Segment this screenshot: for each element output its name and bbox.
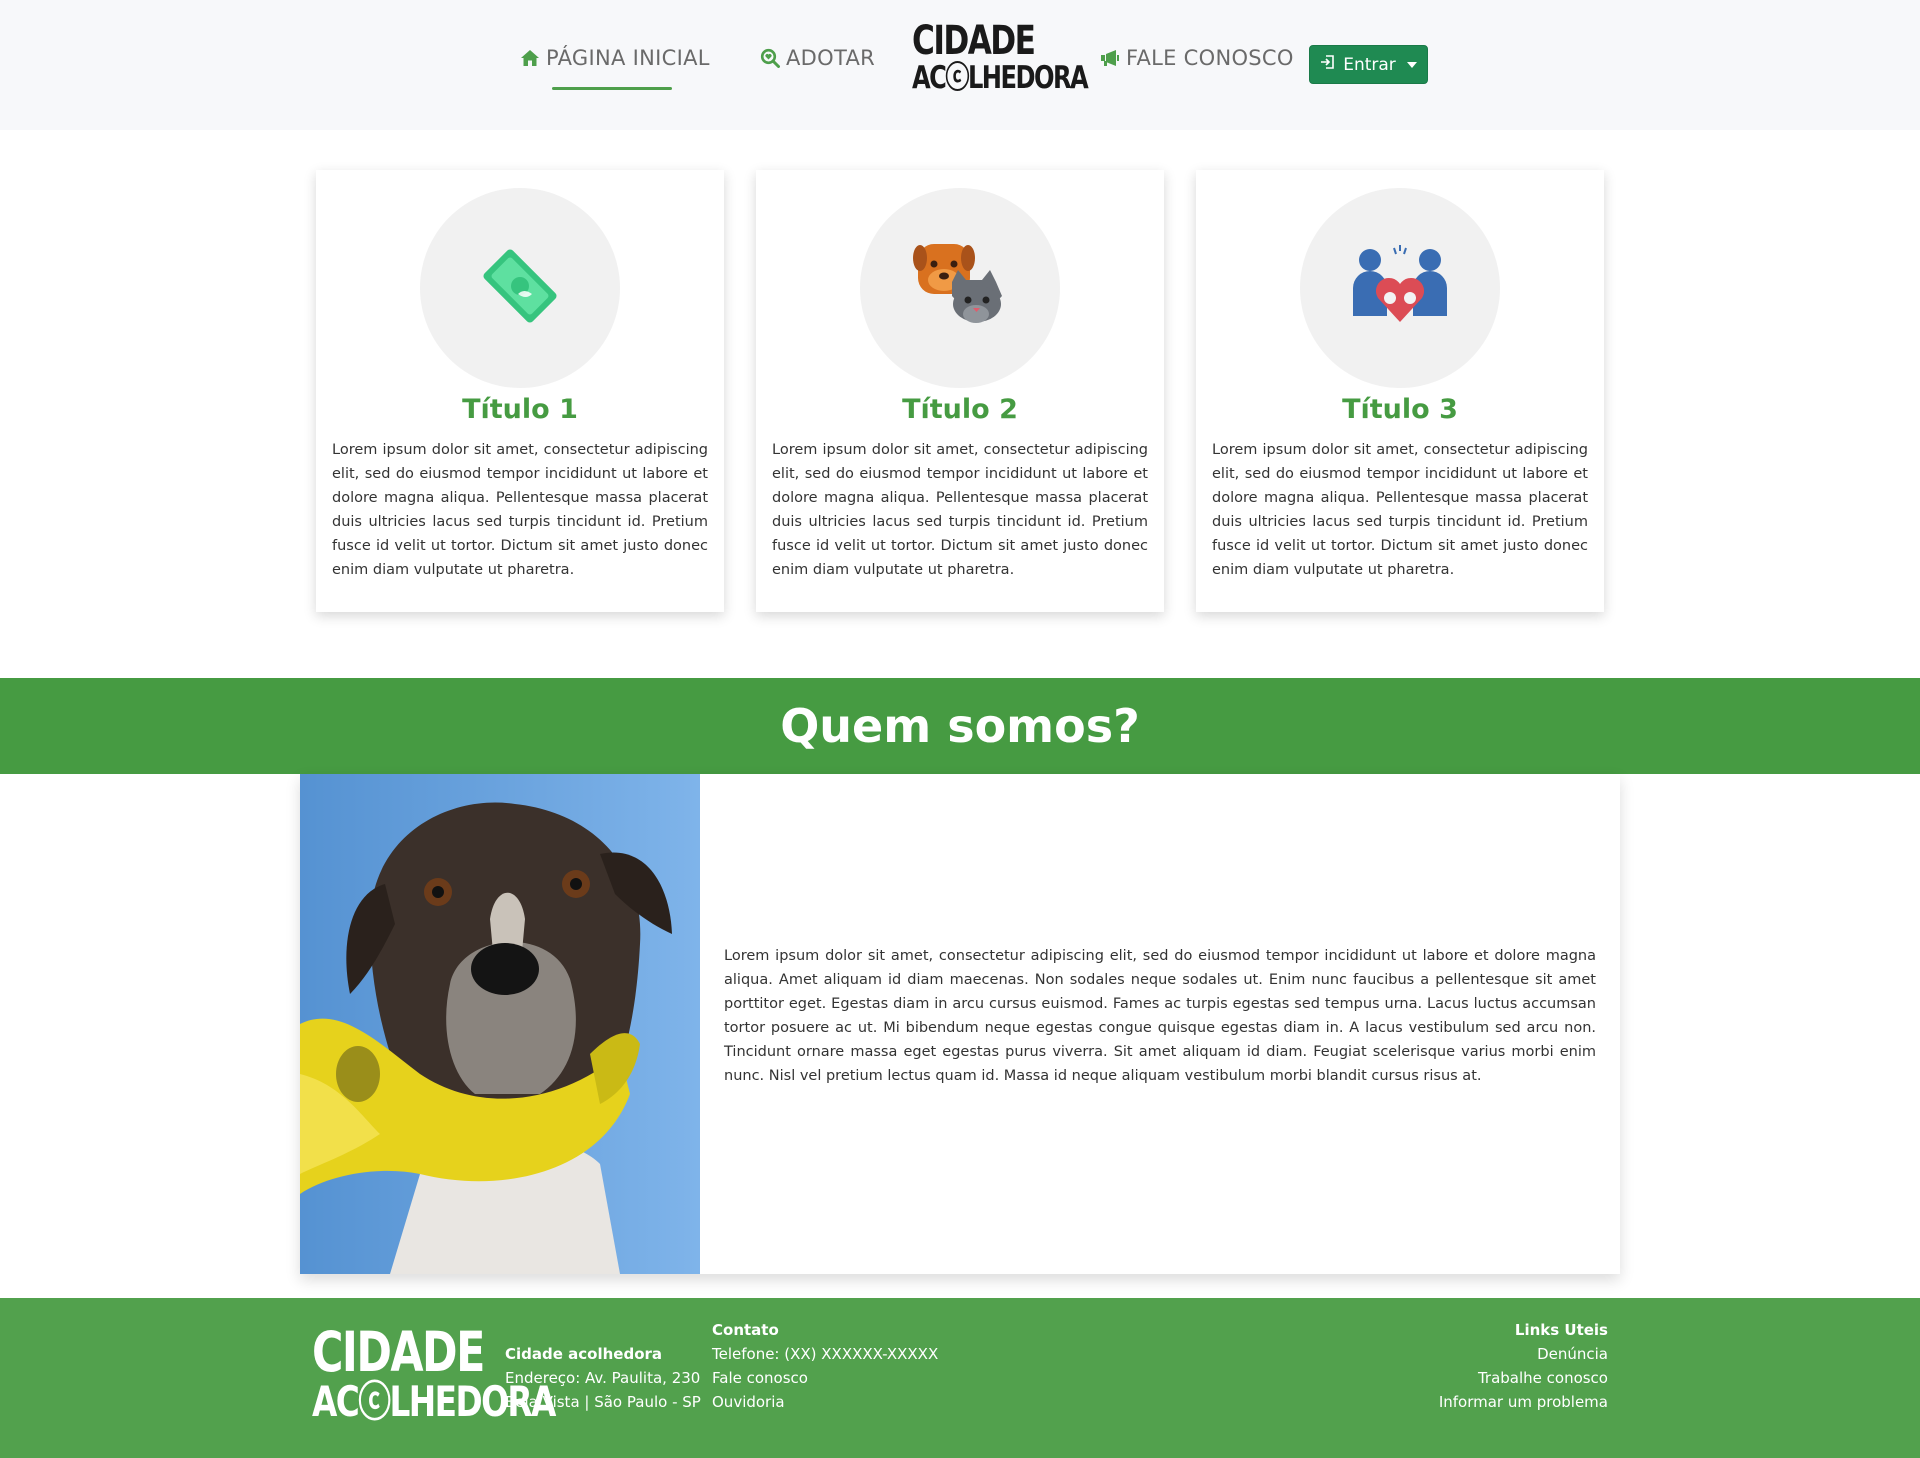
nav-adopt-label: ADOTAR	[786, 46, 876, 70]
footer-address: Endereço: Av. Paulita, 230	[505, 1369, 701, 1387]
footer-logo-line-1: CIDADE	[312, 1320, 485, 1384]
megaphone-icon	[1100, 48, 1120, 68]
site-logo[interactable]: CIDADE ACⓒLHEDORA	[912, 21, 1089, 100]
card-icon-circle	[1300, 188, 1500, 388]
footer-district: Bela Vista | São Paulo - SP	[505, 1393, 701, 1411]
feature-card: Título 1 Lorem ipsum dolor sit amet, con…	[316, 170, 724, 612]
money-icon	[470, 236, 570, 340]
card-text: Lorem ipsum dolor sit amet, consectetur …	[1212, 442, 1588, 578]
about-text: Lorem ipsum dolor sit amet, consectetur …	[724, 948, 1596, 1084]
nav-home-link[interactable]: PÁGINA INICIAL	[520, 46, 710, 70]
nav-adopt-link[interactable]: ADOTAR	[760, 46, 875, 70]
dog-with-yellow-bandana-photo	[300, 774, 700, 1274]
footer-phone: Telefone: (XX) XXXXXX-XXXXX	[712, 1345, 939, 1363]
footer-contact-title: Contato	[712, 1321, 779, 1339]
nav-home-label: PÁGINA INICIAL	[546, 46, 710, 70]
home-icon	[520, 48, 540, 68]
login-dropdown-button[interactable]: Entrar	[1309, 45, 1428, 84]
login-icon	[1320, 54, 1336, 75]
login-label: Entrar	[1343, 54, 1396, 75]
footer-link-work-with-us[interactable]: Trabalhe conosco	[1439, 1366, 1608, 1390]
caret-down-icon	[1406, 61, 1417, 68]
about-title: Quem somos?	[780, 699, 1140, 753]
footer-org-name: Cidade acolhedora	[505, 1345, 663, 1363]
dog-cat-icon	[910, 236, 1010, 340]
family-pets-heart-icon	[1350, 236, 1450, 340]
about-content: Lorem ipsum dolor sit amet, consectetur …	[300, 774, 1620, 1274]
logo-line-2: ACⓒLHEDORA	[912, 60, 1089, 96]
footer-contact-link[interactable]: Fale conosco	[712, 1366, 938, 1390]
footer: CIDADE ACⓒLHEDORA Cidade acolhedora Ende…	[0, 1298, 1920, 1458]
footer-contact: Contato Telefone: (XX) XXXXXX-XXXXX Fale…	[712, 1318, 938, 1414]
footer-link-report-problem[interactable]: Informar um problema	[1439, 1390, 1608, 1414]
search-heart-icon	[760, 48, 780, 68]
card-icon-circle	[860, 188, 1060, 388]
card-icon-circle	[420, 188, 620, 388]
feature-card: Título 3 Lorem ipsum dolor sit amet, con…	[1196, 170, 1604, 612]
card-title: Título 3	[1342, 394, 1458, 425]
logo-line-1: CIDADE	[912, 18, 1036, 64]
footer-organization: Cidade acolhedora Endereço: Av. Paulita,…	[505, 1342, 701, 1414]
footer-logo[interactable]: CIDADE ACⓒLHEDORA	[312, 1325, 556, 1428]
card-text: Lorem ipsum dolor sit amet, consectetur …	[332, 442, 708, 578]
feature-card: Título 2 Lorem ipsum dolor sit amet, con…	[756, 170, 1164, 612]
card-title: Título 1	[462, 394, 578, 425]
navbar: PÁGINA INICIAL ADOTAR CIDADE ACⓒLHEDORA …	[0, 0, 1920, 130]
nav-contact-link[interactable]: FALE CONOSCO	[1100, 46, 1294, 70]
active-nav-indicator	[552, 87, 672, 90]
footer-logo-line-2: ACⓒLHEDORA	[312, 1377, 556, 1426]
nav-contact-label: FALE CONOSCO	[1126, 46, 1294, 70]
about-header-band: Quem somos?	[0, 678, 1920, 774]
footer-links-title: Links Uteis	[1514, 1321, 1608, 1339]
footer-ombudsman-link[interactable]: Ouvidoria	[712, 1390, 938, 1414]
footer-useful-links: Links Uteis Denúncia Trabalhe conosco In…	[1439, 1318, 1608, 1414]
footer-link-report[interactable]: Denúncia	[1439, 1342, 1608, 1366]
card-text: Lorem ipsum dolor sit amet, consectetur …	[772, 442, 1148, 578]
card-title: Título 2	[902, 394, 1018, 425]
